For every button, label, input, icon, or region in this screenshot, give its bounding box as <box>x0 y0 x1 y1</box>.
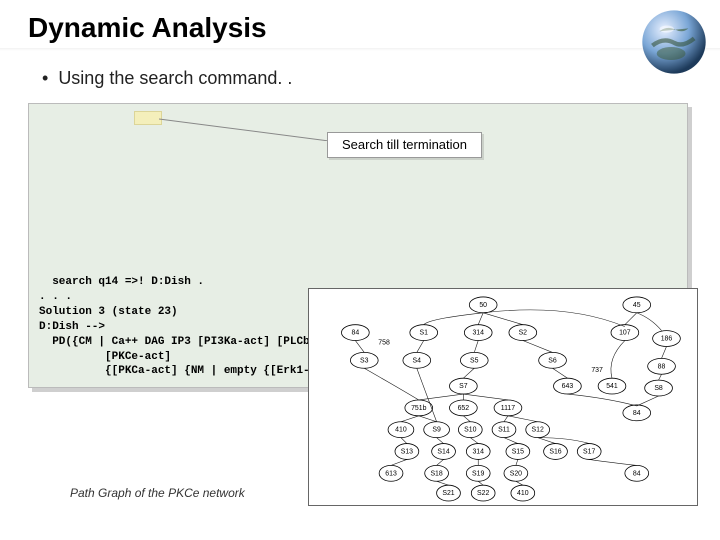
svg-text:S8: S8 <box>654 385 663 392</box>
svg-text:410: 410 <box>395 427 407 434</box>
svg-text:84: 84 <box>633 410 641 417</box>
svg-text:1117: 1117 <box>501 405 516 412</box>
svg-text:S7: S7 <box>459 383 468 390</box>
svg-text:S2: S2 <box>519 330 528 337</box>
svg-text:758: 758 <box>378 339 390 346</box>
svg-text:S18: S18 <box>430 470 442 477</box>
accent-bar <box>0 48 720 51</box>
highlight-box <box>134 111 162 125</box>
svg-text:S13: S13 <box>401 448 413 455</box>
svg-text:S22: S22 <box>477 490 489 497</box>
svg-text:314: 314 <box>472 448 484 455</box>
svg-text:643: 643 <box>562 383 574 390</box>
bullet-label: Using the search command. . <box>58 68 292 88</box>
svg-text:314: 314 <box>472 330 484 337</box>
svg-text:652: 652 <box>458 405 470 412</box>
svg-text:50: 50 <box>479 302 487 309</box>
svg-text:S19: S19 <box>472 470 484 477</box>
svg-text:410: 410 <box>517 490 529 497</box>
svg-text:S16: S16 <box>549 448 561 455</box>
callout-box: Search till termination <box>327 132 482 158</box>
svg-text:84: 84 <box>352 330 360 337</box>
callout-text: Search till termination <box>342 137 467 152</box>
bullet-marker: • <box>42 68 48 88</box>
svg-text:737: 737 <box>591 367 603 374</box>
svg-text:S4: S4 <box>413 357 422 364</box>
svg-text:S15: S15 <box>512 448 524 455</box>
svg-text:613: 613 <box>385 470 397 477</box>
svg-text:S14: S14 <box>437 448 449 455</box>
svg-text:186: 186 <box>661 336 673 343</box>
callout-connector <box>159 117 329 141</box>
svg-text:S12: S12 <box>532 427 544 434</box>
svg-text:S20: S20 <box>510 470 522 477</box>
svg-text:S9: S9 <box>432 427 441 434</box>
svg-text:45: 45 <box>633 302 641 309</box>
svg-text:S17: S17 <box>583 448 595 455</box>
svg-text:S11: S11 <box>498 427 510 434</box>
svg-text:S6: S6 <box>548 357 557 364</box>
page-title: Dynamic Analysis <box>28 12 692 44</box>
globe-icon <box>638 6 710 78</box>
svg-text:88: 88 <box>658 363 666 370</box>
bullet-text: • Using the search command. . <box>42 68 692 89</box>
svg-text:S10: S10 <box>464 427 476 434</box>
svg-text:84: 84 <box>633 470 641 477</box>
svg-text:S5: S5 <box>470 357 479 364</box>
network-graph: 50 45 84 S1 314 S2 107 186 S3 S4 S5 S6 8… <box>308 288 698 506</box>
svg-text:S1: S1 <box>419 330 428 337</box>
svg-text:S21: S21 <box>442 490 454 497</box>
svg-text:541: 541 <box>606 383 618 390</box>
svg-text:S3: S3 <box>360 357 369 364</box>
figure-caption: Path Graph of the PKCe network <box>70 486 245 500</box>
svg-text:107: 107 <box>619 330 631 337</box>
svg-text:751b: 751b <box>411 405 427 412</box>
